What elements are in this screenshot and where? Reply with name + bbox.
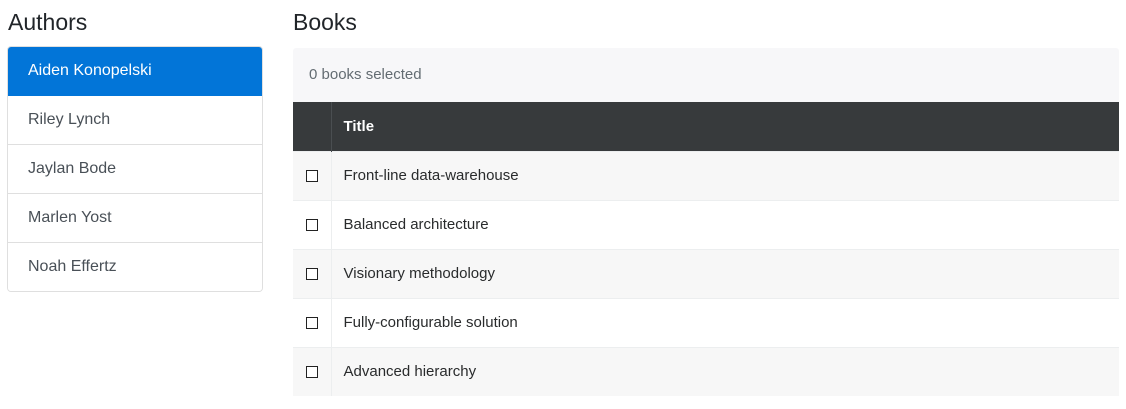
- selection-status: 0 books selected: [309, 66, 422, 83]
- authors-heading: Authors: [8, 9, 88, 35]
- author-item-jaylan-bode[interactable]: Jaylan Bode: [8, 145, 262, 194]
- row-checkbox-cell: [293, 346, 332, 396]
- row-checkbox[interactable]: [305, 317, 318, 330]
- books-heading: Books: [293, 9, 357, 35]
- table-row: Visionary methodology: [293, 248, 1119, 298]
- book-title: Front-line data-warehouse: [331, 150, 1119, 200]
- author-list: Aiden Konopelski Riley Lynch Jaylan Bode…: [7, 46, 263, 292]
- books-panel: 0 books selected Title Front-line data-w…: [293, 48, 1119, 396]
- row-checkbox-cell: [293, 199, 332, 249]
- book-title: Visionary methodology: [331, 248, 1119, 298]
- table-row: Front-line data-warehouse: [293, 150, 1119, 200]
- author-item-noah-effertz[interactable]: Noah Effertz: [8, 243, 262, 291]
- row-checkbox[interactable]: [305, 366, 318, 379]
- row-checkbox[interactable]: [305, 219, 318, 232]
- author-item-aiden-konopelski[interactable]: Aiden Konopelski: [8, 47, 262, 96]
- row-checkbox-cell: [293, 150, 332, 200]
- row-checkbox-cell: [293, 248, 332, 298]
- table-row: Advanced hierarchy: [293, 346, 1119, 396]
- author-item-marlen-yost[interactable]: Marlen Yost: [8, 194, 262, 243]
- table-header-row: Title: [293, 102, 1119, 151]
- row-checkbox-cell: [293, 297, 332, 347]
- books-table: Title Front-line data-warehouse Balanced…: [293, 102, 1119, 396]
- book-title: Advanced hierarchy: [331, 346, 1119, 396]
- book-title: Fully-configurable solution: [331, 297, 1119, 347]
- table-row: Balanced architecture: [293, 199, 1119, 249]
- author-item-riley-lynch[interactable]: Riley Lynch: [8, 96, 262, 145]
- row-checkbox[interactable]: [305, 268, 318, 281]
- row-checkbox[interactable]: [305, 170, 318, 183]
- book-title: Balanced architecture: [331, 199, 1119, 249]
- table-row: Fully-configurable solution: [293, 297, 1119, 347]
- title-column-header[interactable]: Title: [331, 102, 1119, 151]
- select-column-header: [293, 102, 332, 151]
